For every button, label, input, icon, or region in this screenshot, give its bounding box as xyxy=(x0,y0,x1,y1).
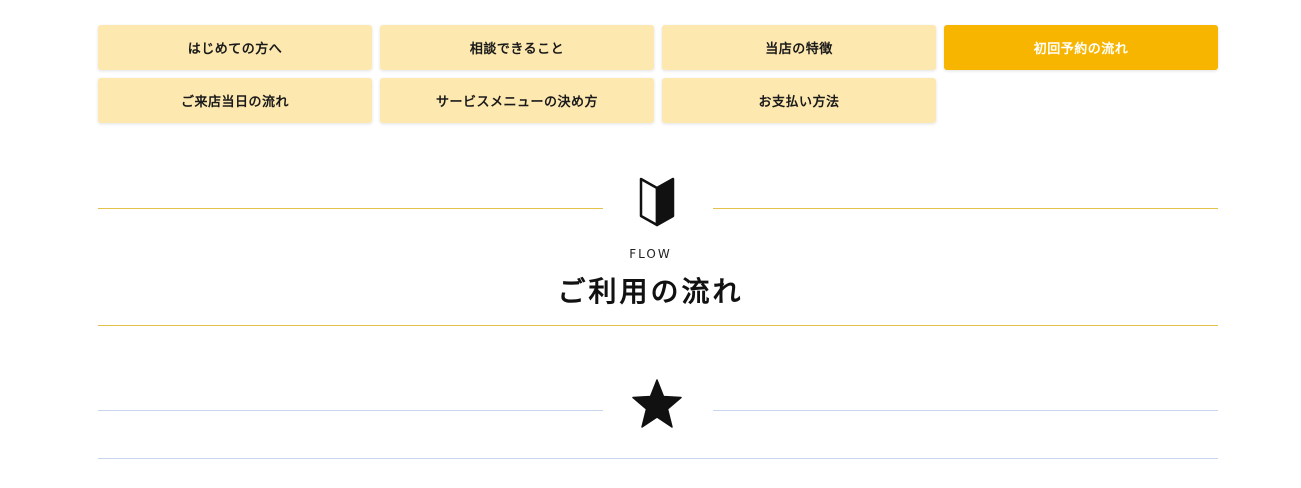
page: はじめての方へ 相談できること 当店の特徴 初回予約の流れ ご来店当日の流れ サ… xyxy=(0,0,1301,488)
book-icon xyxy=(639,177,675,227)
section-rule-bottom xyxy=(98,325,1218,326)
tab-shokai-yoyaku[interactable]: 初回予約の流れ xyxy=(944,25,1218,70)
section-title: ご利用の流れ xyxy=(557,275,744,308)
next-section-rule-right xyxy=(713,410,1218,411)
page-nav-tabs: はじめての方へ 相談できること 当店の特徴 初回予約の流れ ご来店当日の流れ サ… xyxy=(98,25,1218,123)
section-rule-right xyxy=(713,208,1218,209)
section-rule-left xyxy=(98,208,603,209)
tab-tokuchou[interactable]: 当店の特徴 xyxy=(662,25,936,70)
tab-hajimete[interactable]: はじめての方へ xyxy=(98,25,372,70)
tab-soudan[interactable]: 相談できること xyxy=(380,25,654,70)
tab-shiharai[interactable]: お支払い方法 xyxy=(662,78,936,123)
section-eyebrow: FLOW xyxy=(629,247,672,261)
tab-service-menu[interactable]: サービスメニューの決め方 xyxy=(380,78,654,123)
star-icon xyxy=(632,379,682,428)
tab-raiten-toujitsu[interactable]: ご来店当日の流れ xyxy=(98,78,372,123)
next-section-rule-left xyxy=(98,410,603,411)
next-section-rule-bottom xyxy=(98,458,1218,459)
